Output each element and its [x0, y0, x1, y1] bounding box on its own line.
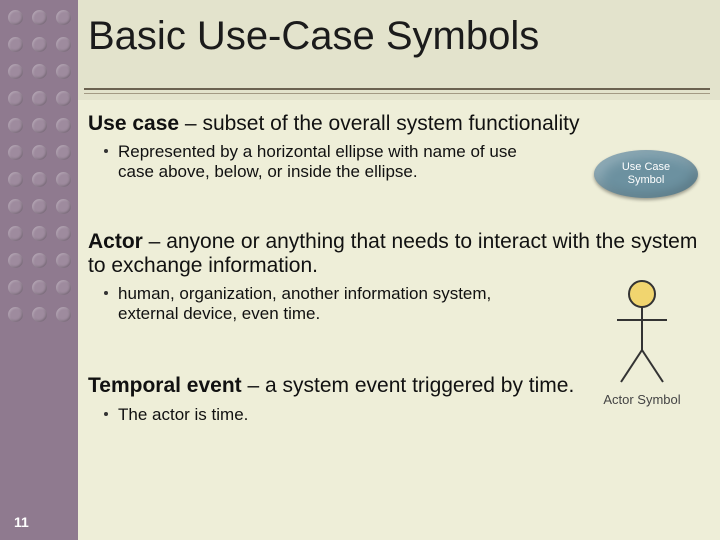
decorative-dot: [8, 307, 23, 322]
bullet-item: human, organization, another information…: [104, 284, 524, 324]
decorative-dot: [8, 118, 23, 133]
decorative-dot: [8, 226, 23, 241]
decorative-dot: [56, 226, 71, 241]
decorative-dot: [56, 253, 71, 268]
decorative-sidebar: [0, 0, 78, 540]
decorative-dot: [8, 10, 23, 25]
decorative-dot: [32, 37, 47, 52]
divider: [84, 88, 710, 90]
term-name: Use case: [88, 112, 179, 135]
decorative-dot: [56, 118, 71, 133]
term-name: Temporal event: [88, 374, 242, 397]
decorative-dot: [8, 280, 23, 295]
symbol-label: Symbol: [628, 174, 665, 186]
bullet-item: The actor is time.: [104, 405, 524, 425]
stick-figure-icon: [607, 278, 677, 388]
decorative-dot: [32, 199, 47, 214]
page-number: 11: [14, 514, 29, 530]
ellipse-icon: Use Case Symbol: [594, 150, 698, 198]
term-name: Actor: [88, 230, 143, 253]
decorative-dot: [32, 253, 47, 268]
symbol-label: Actor Symbol: [592, 392, 692, 407]
decorative-dot: [32, 172, 47, 187]
decorative-dot: [8, 37, 23, 52]
decorative-dot: [32, 307, 47, 322]
decorative-dot: [56, 64, 71, 79]
decorative-dot: [56, 145, 71, 160]
decorative-dot: [8, 64, 23, 79]
bullet-icon: [104, 291, 108, 295]
term-definition: a system event triggered by time.: [265, 374, 574, 397]
decorative-dot: [32, 91, 47, 106]
decorative-dot: [56, 307, 71, 322]
decorative-dot: [32, 280, 47, 295]
decorative-dot: [8, 253, 23, 268]
decorative-dot: [56, 280, 71, 295]
slide: Basic Use-Case Symbols Use case – subset…: [0, 0, 720, 540]
decorative-dot: [56, 37, 71, 52]
term-line: Actor – anyone or anything that needs to…: [88, 230, 706, 278]
decorative-dot: [56, 10, 71, 25]
bullet-icon: [104, 412, 108, 416]
use-case-symbol: Use Case Symbol: [586, 150, 706, 202]
bullet-text: human, organization, another information…: [118, 284, 524, 324]
decorative-dot: [8, 145, 23, 160]
decorative-dot: [8, 199, 23, 214]
bullet-icon: [104, 149, 108, 153]
divider: [84, 93, 710, 94]
symbol-label: Use Case: [622, 161, 670, 173]
slide-title: Basic Use-Case Symbols: [88, 14, 720, 59]
term-definition: anyone or anything that needs to interac…: [88, 230, 697, 277]
decorative-dot: [56, 199, 71, 214]
decorative-dot: [32, 145, 47, 160]
slide-header: Basic Use-Case Symbols: [78, 0, 720, 100]
actor-symbol: Actor Symbol: [592, 278, 692, 407]
decorative-dot: [32, 118, 47, 133]
decorative-dot: [32, 64, 47, 79]
term-definition: subset of the overall system functionali…: [202, 112, 579, 135]
decorative-dot: [56, 172, 71, 187]
bullet-text: Represented by a horizontal ellipse with…: [118, 142, 524, 182]
decorative-dot: [32, 10, 47, 25]
decorative-dot: [8, 91, 23, 106]
decorative-dot: [8, 172, 23, 187]
decorative-dot: [56, 91, 71, 106]
term-line: Use case – subset of the overall system …: [88, 112, 706, 136]
bullet-text: The actor is time.: [118, 405, 248, 425]
bullet-item: Represented by a horizontal ellipse with…: [104, 142, 524, 182]
decorative-dot: [32, 226, 47, 241]
slide-body: Use case – subset of the overall system …: [88, 108, 706, 520]
